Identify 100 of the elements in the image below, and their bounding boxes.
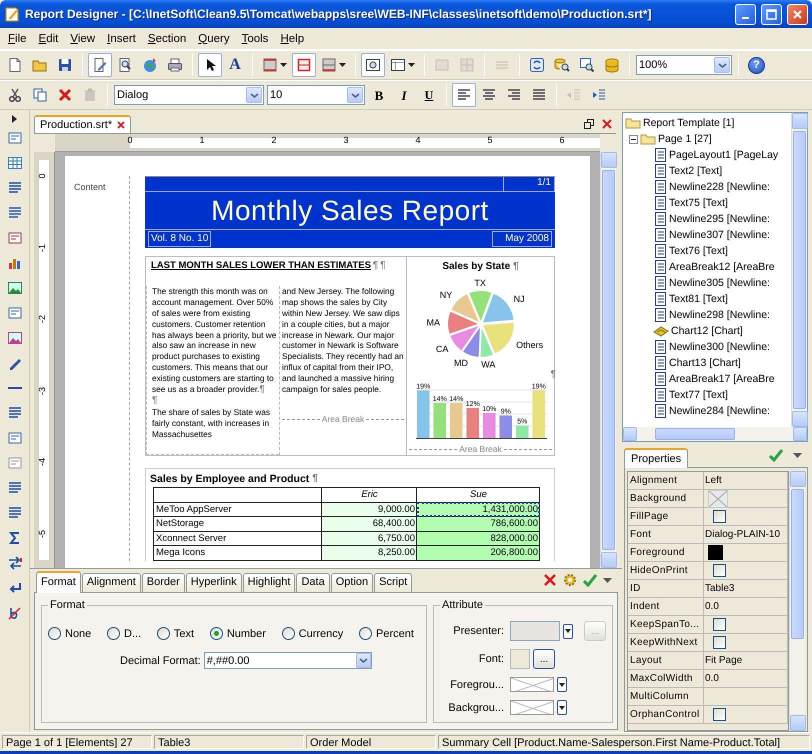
tab[interactable]: Script bbox=[374, 573, 412, 592]
color-swatch[interactable] bbox=[510, 677, 554, 692]
table-cell[interactable]: 828,000.00 bbox=[416, 531, 540, 546]
tree-item[interactable]: Text2 [Text] bbox=[669, 165, 722, 177]
ruler-number: 2 bbox=[272, 135, 276, 145]
tab[interactable]: Alignment bbox=[82, 573, 141, 592]
radio-button[interactable] bbox=[282, 627, 295, 640]
tree-item[interactable]: Newline295 [Newline: bbox=[669, 213, 770, 225]
close-button[interactable] bbox=[787, 4, 808, 24]
tree-item[interactable]: Text77 [Text] bbox=[669, 389, 728, 401]
horizontal-scrollbar[interactable] bbox=[623, 427, 807, 441]
checkbox[interactable] bbox=[713, 618, 726, 631]
tree-item[interactable]: Text76 [Text] bbox=[669, 245, 728, 257]
menu-item[interactable]: View bbox=[64, 30, 102, 46]
font-button[interactable]: ... bbox=[533, 649, 555, 669]
select-button[interactable] bbox=[198, 53, 222, 77]
text-tool-button[interactable]: A bbox=[223, 53, 247, 77]
minimize-button[interactable] bbox=[735, 4, 756, 24]
tree-item[interactable]: AreaBreak17 [AreaBre bbox=[669, 373, 775, 385]
menu-item[interactable]: Query bbox=[192, 30, 236, 46]
tab[interactable]: Border bbox=[142, 573, 185, 592]
ruler-number: -2 bbox=[37, 315, 47, 323]
italic-button[interactable]: I bbox=[392, 83, 416, 107]
tree-item[interactable]: Newline305 [Newline: bbox=[669, 277, 770, 289]
underline-button[interactable]: U bbox=[417, 83, 441, 107]
tree-item[interactable]: Newline228 [Newline: bbox=[669, 181, 770, 193]
table-cell[interactable]: 786,600.00 bbox=[416, 516, 540, 531]
page-outline-icon bbox=[6, 455, 22, 471]
property-value: Table3 bbox=[705, 583, 734, 594]
collapse-toggle[interactable] bbox=[629, 134, 638, 144]
font-size-combo[interactable]: 10 bbox=[267, 85, 365, 105]
column-header: Sue bbox=[416, 488, 540, 502]
decimal-format-combo[interactable]: #,##0.00 bbox=[204, 652, 372, 669]
ruler-number: 0 bbox=[128, 135, 132, 145]
tree-item[interactable]: Report Template [1] bbox=[643, 117, 734, 129]
property-name: MultiColumn bbox=[630, 691, 689, 702]
tree-item[interactable]: Chart12 [Chart] bbox=[671, 325, 743, 337]
design-button[interactable] bbox=[88, 53, 112, 77]
menu-item[interactable]: File bbox=[2, 30, 33, 46]
menu-item[interactable]: Tools bbox=[236, 30, 274, 46]
gear-icon bbox=[563, 573, 577, 587]
color-swatch[interactable] bbox=[708, 545, 723, 560]
zoom-combo[interactable]: 100% bbox=[636, 55, 732, 75]
tab[interactable]: Properties bbox=[624, 448, 688, 468]
tab[interactable]: Hyperlink bbox=[186, 573, 242, 592]
radio-button[interactable] bbox=[48, 627, 61, 640]
table-cell[interactable]: 68,400.00 bbox=[322, 516, 416, 531]
tab[interactable]: Format bbox=[36, 571, 81, 593]
table-cell: MeToo AppServer bbox=[154, 502, 322, 516]
table-cell[interactable]: 9,000.00 bbox=[322, 502, 416, 516]
check-icon bbox=[769, 448, 783, 462]
vertical-scrollbar[interactable] bbox=[789, 471, 805, 731]
tree-item[interactable]: Chart13 [Chart] bbox=[669, 357, 741, 369]
two-pages-icon bbox=[32, 87, 48, 103]
dropdown-button[interactable] bbox=[557, 700, 567, 715]
tab[interactable]: Highlight bbox=[242, 573, 296, 592]
checkbox[interactable] bbox=[713, 636, 726, 649]
tree-item[interactable]: Text75 [Text] bbox=[669, 197, 728, 209]
paragraph-mark: ¶ bbox=[372, 260, 378, 273]
radio-button[interactable] bbox=[210, 627, 223, 640]
tree-item[interactable]: Newline307 [Newline: bbox=[669, 229, 770, 241]
chart-title: Sales by State bbox=[442, 261, 510, 272]
menu-item[interactable]: Insert bbox=[101, 30, 142, 46]
radio-button[interactable] bbox=[156, 627, 170, 640]
menu-item[interactable]: Section bbox=[142, 30, 192, 46]
bold-button[interactable]: B bbox=[367, 83, 391, 107]
table-cell[interactable]: 206,800.00 bbox=[416, 546, 540, 560]
tree-item[interactable]: Page 1 [27] bbox=[658, 133, 712, 145]
tab[interactable]: Data bbox=[296, 573, 330, 592]
dropdown-button[interactable] bbox=[563, 624, 573, 638]
align-left-button[interactable] bbox=[452, 83, 476, 107]
tab[interactable]: Option bbox=[330, 573, 374, 592]
vertical-scrollbar[interactable] bbox=[791, 113, 807, 427]
page-magnifier-icon bbox=[117, 57, 133, 73]
vertical-scrollbar[interactable] bbox=[600, 152, 616, 568]
table-cell[interactable]: 6,750.00 bbox=[322, 531, 416, 546]
tree-item[interactable]: Text81 [Text] bbox=[669, 293, 728, 305]
tree-item[interactable]: Newline300 [Newline: bbox=[669, 341, 770, 353]
tree-item[interactable]: Newline284 [Newline: bbox=[669, 405, 770, 417]
maximize-button[interactable] bbox=[761, 4, 782, 24]
tree-item[interactable]: PageLayout1 [PageLay bbox=[669, 149, 778, 161]
tree-item[interactable]: AreaBreak12 [AreaBre bbox=[669, 261, 775, 273]
tree-item[interactable]: Newline298 [Newline: bbox=[669, 309, 770, 321]
checkbox[interactable] bbox=[713, 510, 726, 523]
checkbox[interactable] bbox=[713, 708, 726, 721]
radio-button[interactable] bbox=[107, 627, 120, 640]
checkbox[interactable] bbox=[713, 564, 726, 577]
font-combo[interactable]: Dialog bbox=[114, 85, 264, 105]
frame-button[interactable] bbox=[361, 53, 385, 77]
dropdown-button[interactable] bbox=[557, 677, 567, 692]
menu-item[interactable]: Edit bbox=[32, 30, 64, 46]
table-cell[interactable]: 8,250.00 bbox=[322, 546, 416, 560]
border-button[interactable] bbox=[292, 53, 316, 77]
table-cell[interactable]: 1,431,000.00 bbox=[416, 502, 540, 516]
document-icon bbox=[653, 147, 667, 163]
property-name: HideOnPrint bbox=[630, 565, 688, 576]
color-swatch[interactable] bbox=[510, 700, 554, 715]
menu-item[interactable]: Help bbox=[274, 30, 310, 46]
document-tab[interactable]: Production.srt* bbox=[34, 115, 132, 133]
radio-button[interactable] bbox=[359, 627, 372, 640]
